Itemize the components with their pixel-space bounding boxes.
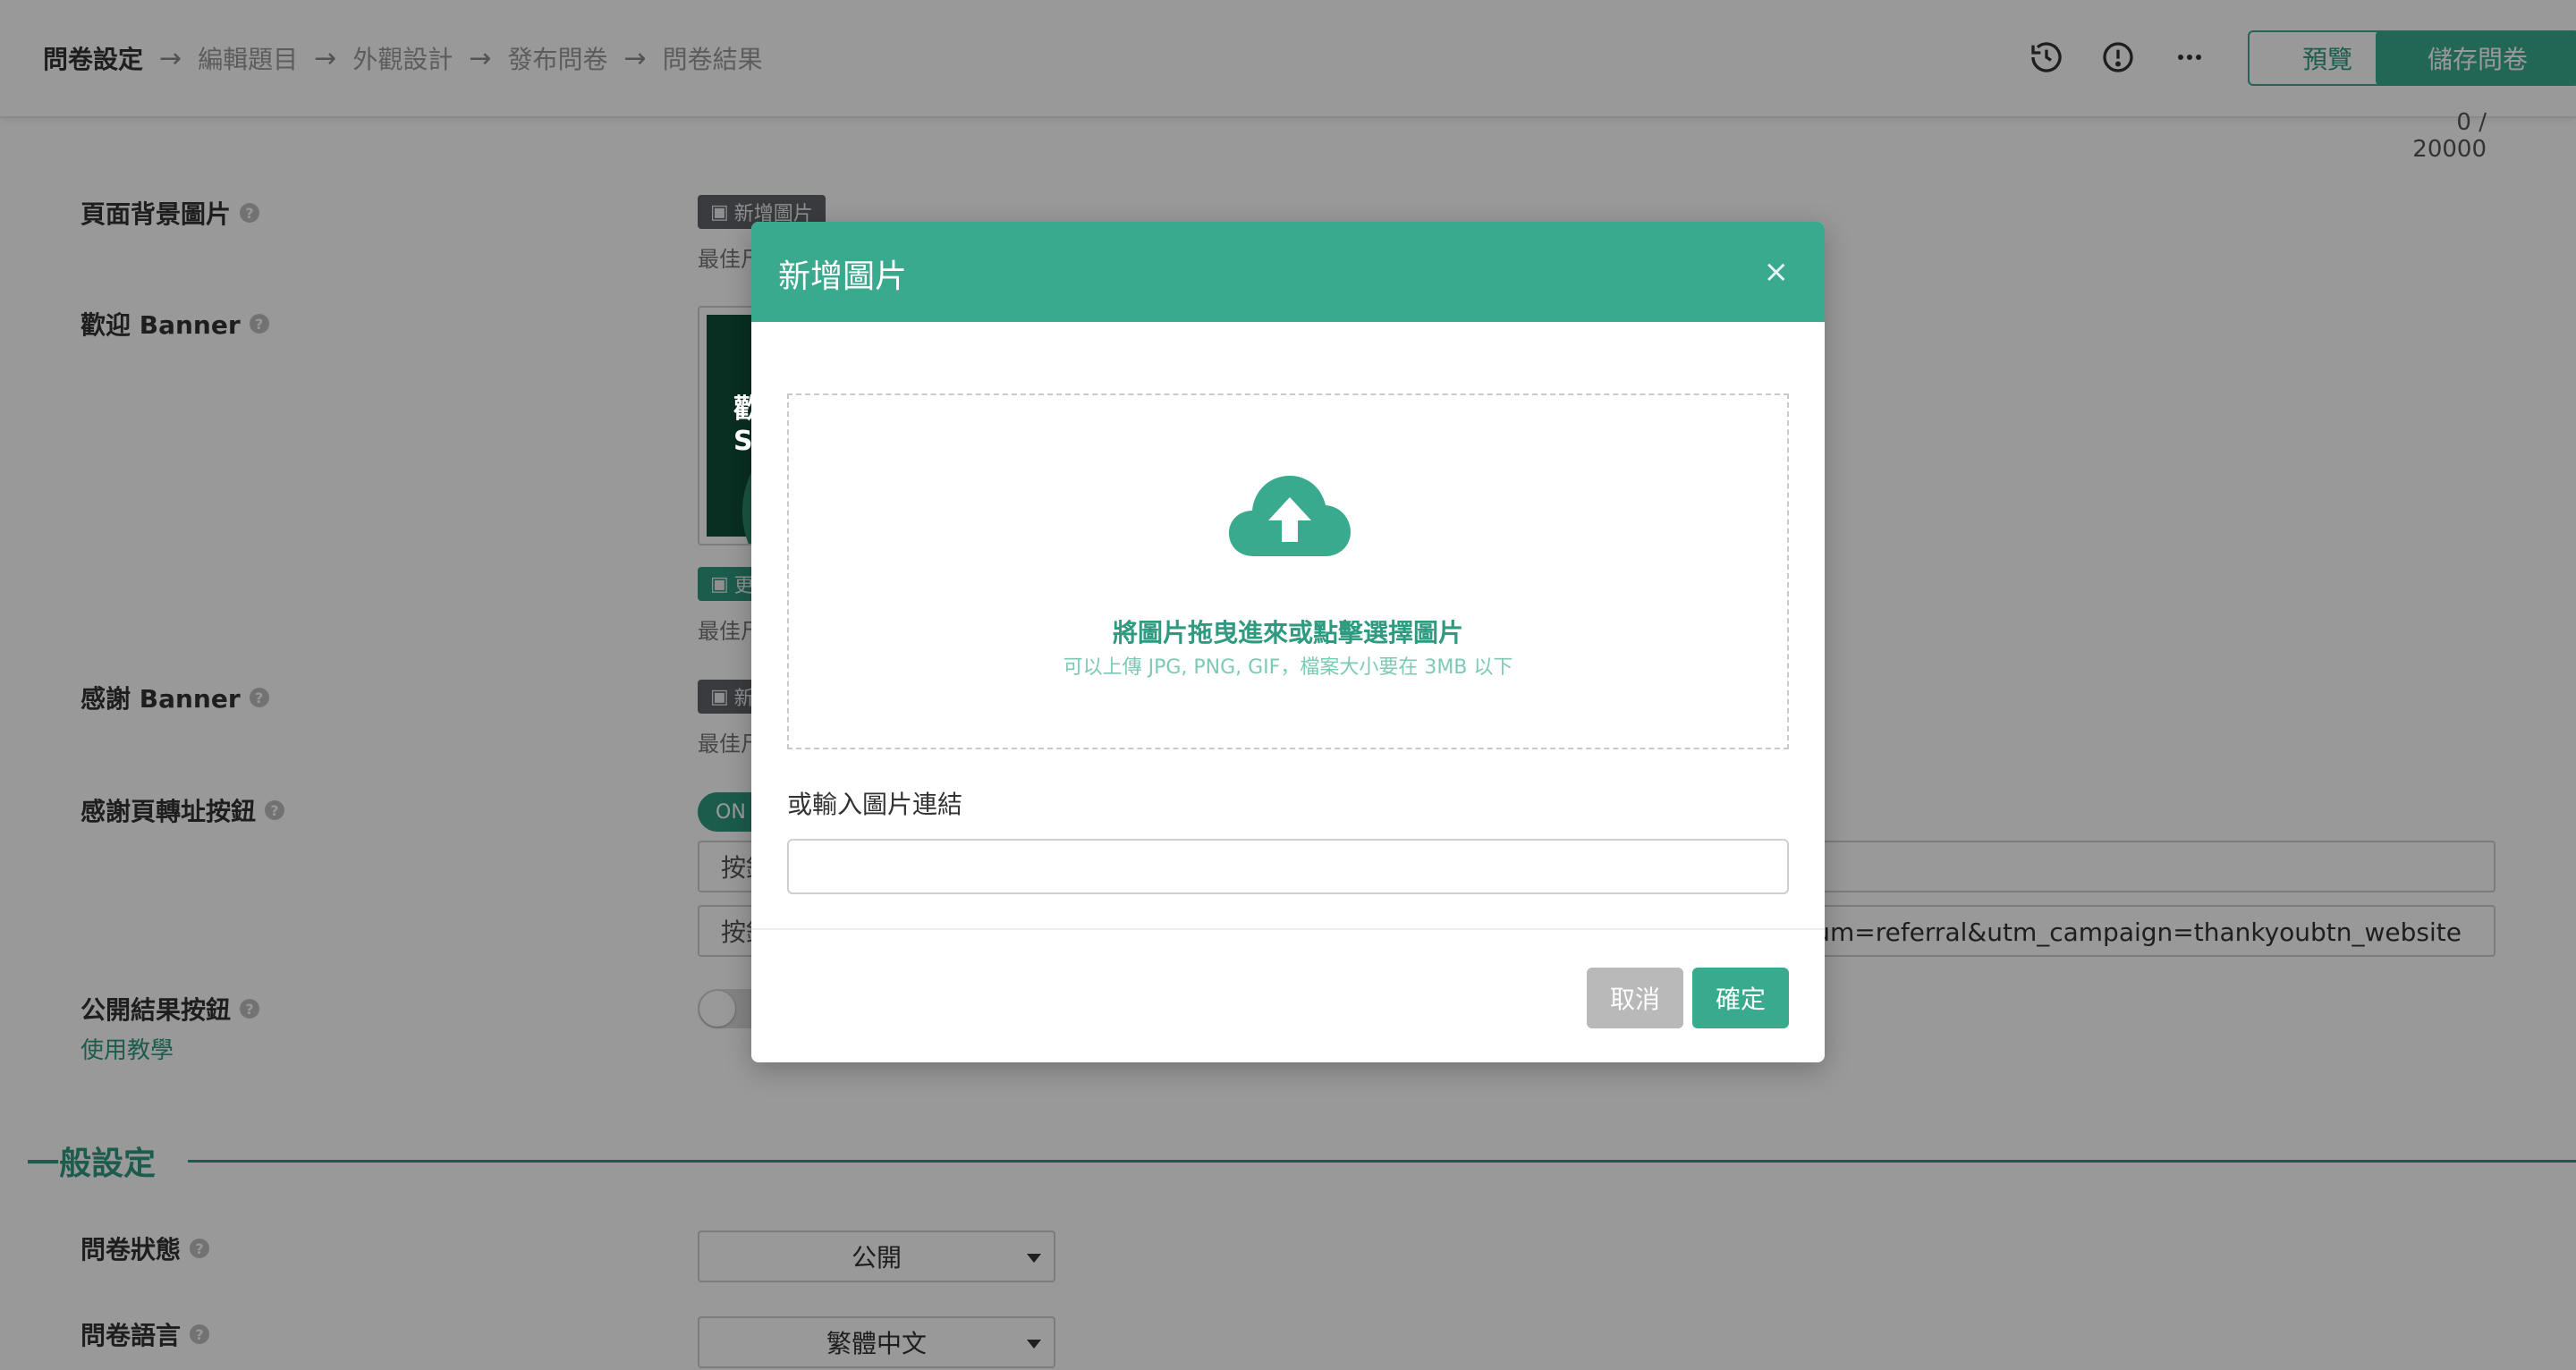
image-url-label: 或輸入圖片連結 bbox=[787, 790, 963, 819]
confirm-button[interactable]: 確定 bbox=[1692, 968, 1789, 1028]
modal-header: 新增圖片 × bbox=[751, 222, 1825, 322]
dropzone-main-text: 將圖片拖曳進來或點擊選擇圖片 bbox=[1112, 618, 1463, 647]
dropzone-sub-text: 可以上傳 JPG, PNG, GIF，檔案大小要在 3MB 以下 bbox=[1063, 656, 1513, 679]
cancel-button[interactable]: 取消 bbox=[1587, 968, 1683, 1028]
modal-title: 新增圖片 bbox=[778, 258, 908, 295]
banner-image-text: 歡 S bbox=[733, 393, 760, 457]
image-dropzone[interactable]: 將圖片拖曳進來或點擊選擇圖片 可以上傳 JPG, PNG, GIF，檔案大小要在… bbox=[787, 393, 1789, 749]
cloud-upload-icon bbox=[1229, 476, 1351, 556]
add-image-modal: 新增圖片 × 將圖片拖曳進來或點擊選擇圖片 可以上傳 JPG, PNG, GIF… bbox=[751, 222, 1825, 1062]
close-icon[interactable]: × bbox=[1764, 254, 1790, 290]
image-url-input[interactable] bbox=[787, 839, 1789, 894]
modal-footer-divider bbox=[751, 928, 1825, 930]
